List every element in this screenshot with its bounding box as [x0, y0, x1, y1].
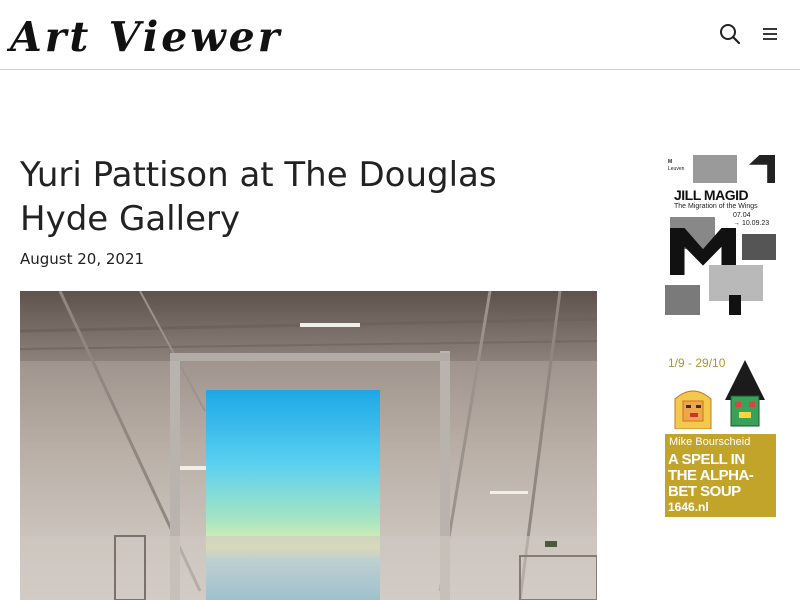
ad-date-end: → 10.09.23	[733, 220, 770, 227]
hamburger-menu-icon	[763, 28, 777, 40]
ad-photo-mid-right	[742, 234, 776, 260]
ad-photo-top-right	[749, 155, 775, 183]
ad2-dates: 1/9 - 29/10	[668, 356, 726, 370]
ad-museum-leuven: Leuven	[668, 166, 685, 172]
ad-exhibition-title: The Migration of the Wings	[674, 203, 758, 210]
ad2-headline-line1: A SPELL IN	[668, 451, 745, 468]
site-logo[interactable]: Art Viewer	[10, 12, 282, 62]
ad2-character-blonde	[671, 383, 715, 430]
ad2-website: 1646.nl	[668, 500, 709, 514]
ad-arrow-bottom	[729, 295, 741, 315]
advertisement-jill-magid[interactable]: M Leuven JILL MAGID The Migration of the…	[665, 155, 776, 315]
advertisement-mike-bourscheid[interactable]: 1/9 - 29/10 Mike Bourscheid A SPELL IN T…	[665, 355, 776, 517]
ad-photo-top	[693, 155, 737, 183]
ad2-headline-line2: THE ALPHA-	[668, 467, 754, 484]
search-icon	[720, 24, 741, 45]
ad2-artist-name: Mike Bourscheid	[669, 436, 751, 448]
ad-photo-bottom-left	[665, 285, 700, 315]
article-title[interactable]: Yuri Pattison at The Douglas Hyde Galler…	[20, 153, 580, 241]
ad-date-start: 07.04	[733, 212, 751, 219]
article-hero-image[interactable]	[20, 291, 597, 600]
ad2-headline-line3: BET SOUP	[668, 483, 741, 500]
search-button[interactable]	[718, 22, 742, 46]
article-date: August 20, 2021	[20, 250, 145, 268]
menu-button[interactable]	[759, 22, 781, 46]
ad2-character-witch	[723, 360, 767, 430]
ad-museum-m: M	[668, 159, 673, 165]
site-header: Art Viewer	[0, 0, 800, 70]
ad-artist-name: JILL MAGID	[674, 187, 749, 203]
